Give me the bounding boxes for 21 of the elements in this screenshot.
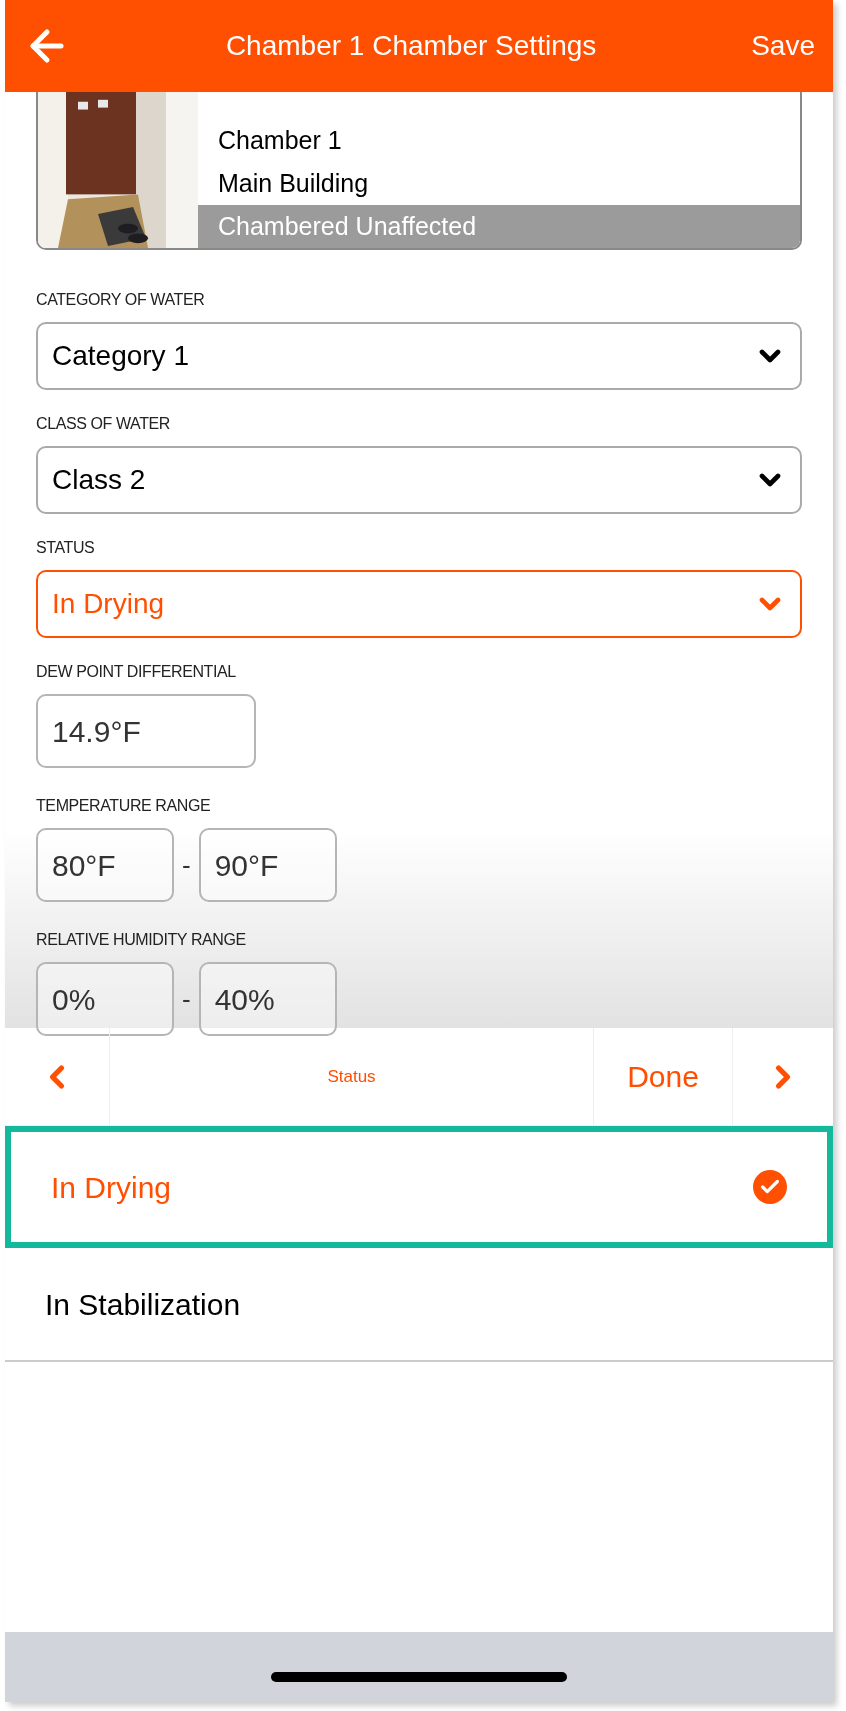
location-item[interactable]: Main Building bbox=[198, 162, 800, 205]
field-label: DEW POINT DIFFERENTIAL bbox=[36, 662, 237, 682]
check-icon bbox=[753, 1170, 787, 1204]
field-label: TEMPERATURE RANGE bbox=[36, 796, 212, 816]
range-from-field[interactable]: 80°F bbox=[36, 828, 174, 902]
screen-title: Chamber 1 Chamber Settings bbox=[224, 29, 598, 63]
range-to-field[interactable]: 90°F bbox=[198, 828, 337, 902]
range-separator: - bbox=[182, 982, 191, 1016]
status-option[interactable]: In Stabilization bbox=[5, 1248, 833, 1362]
range-from-field[interactable]: 0% bbox=[36, 962, 174, 1036]
field-label: CLASS OF WATER bbox=[36, 414, 171, 434]
range-to-field[interactable]: 40% bbox=[198, 962, 337, 1036]
dropdown-select[interactable]: Category 1 bbox=[36, 322, 802, 390]
field-label: CATEGORY OF WATER bbox=[36, 290, 206, 310]
dropdown-select[interactable]: Class 2 bbox=[36, 446, 802, 514]
location-item[interactable]: Chamber 1 bbox=[198, 119, 800, 162]
field-label: RELATIVE HUMIDITY RANGE bbox=[36, 930, 247, 950]
range-separator: - bbox=[182, 848, 191, 882]
field-label: STATUS bbox=[36, 538, 96, 558]
picker-title: Status bbox=[326, 1065, 377, 1088]
dew-point-field[interactable]: 14.9°F bbox=[36, 694, 256, 768]
